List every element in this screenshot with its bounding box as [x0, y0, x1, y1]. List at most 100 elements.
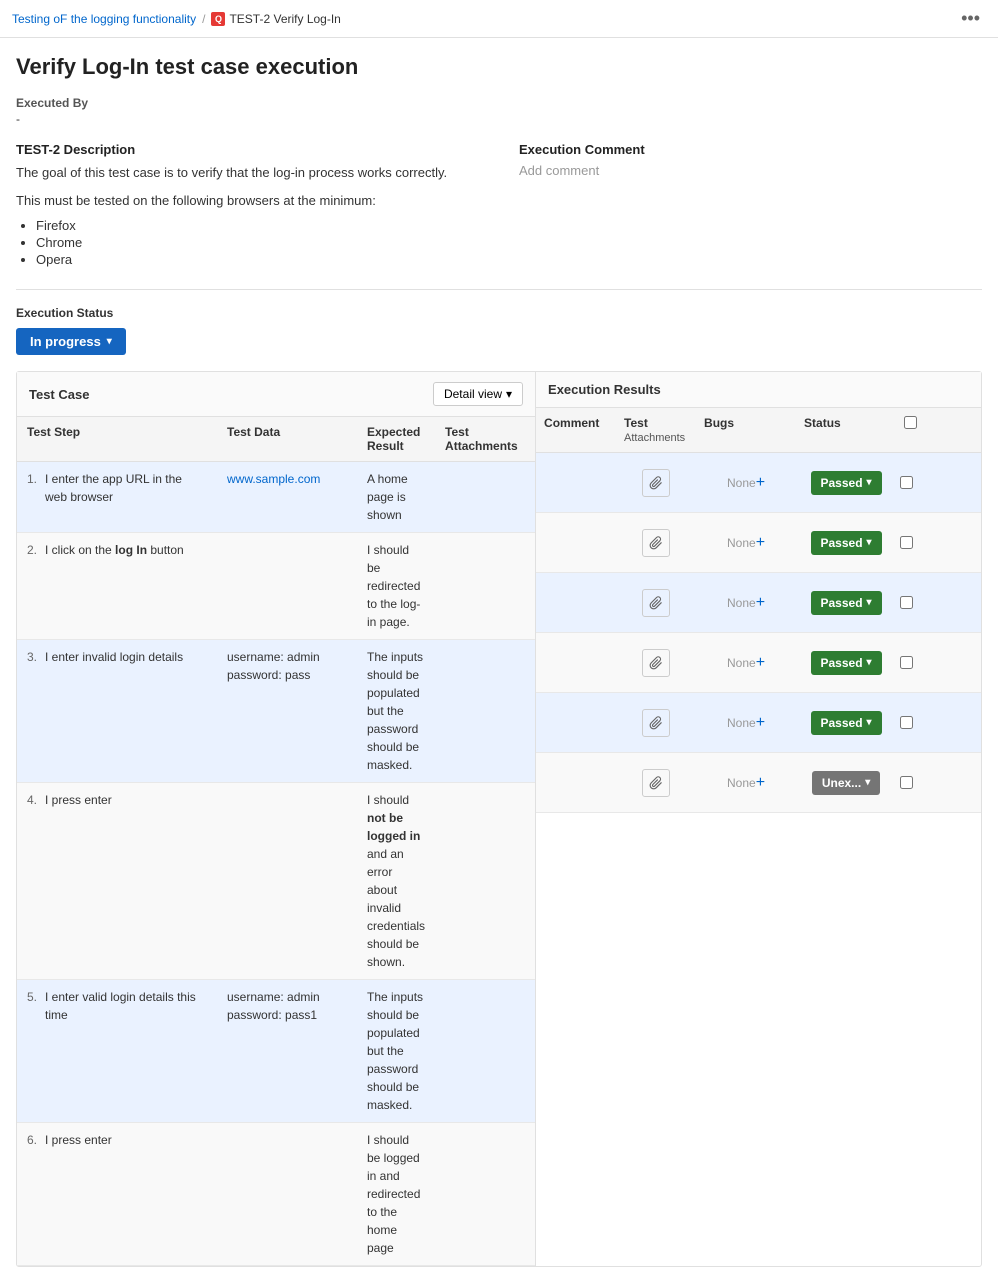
table-row: 4. I press enter I should not be logged … — [17, 783, 535, 980]
td-step: 5. I enter valid login details this time — [17, 980, 217, 1122]
th-test-step: Test Step — [17, 417, 217, 461]
td-data: www.sample.com — [217, 462, 357, 532]
test-case-pane-title: Test Case — [29, 387, 89, 402]
exec-td-bugs: None + — [696, 646, 796, 680]
row-checkbox[interactable] — [900, 596, 913, 609]
td-attachments — [435, 462, 535, 532]
td-expected: I should be redirected to the log-in pag… — [357, 533, 435, 639]
executed-by-label: Executed By — [16, 96, 982, 110]
bold-not: not be logged in — [367, 811, 420, 843]
row-checkbox[interactable] — [900, 716, 913, 729]
none-label: None — [727, 596, 756, 610]
breadcrumb-parent[interactable]: Testing oF the logging functionality — [12, 12, 196, 26]
td-attachments — [435, 980, 535, 1122]
paperclip-icon — [649, 476, 663, 490]
add-comment[interactable]: Add comment — [519, 163, 982, 178]
dots-menu-button[interactable]: ••• — [955, 6, 986, 31]
status-passed-button[interactable]: Passed ▾ — [811, 471, 882, 495]
exec-row: None + Passed ▾ — [536, 513, 981, 573]
td-attachments — [435, 783, 535, 979]
step-num: 4. — [27, 791, 45, 971]
exec-td-attach — [616, 521, 696, 565]
sample-link[interactable]: www.sample.com — [227, 472, 320, 486]
description-text2: This must be tested on the following bro… — [16, 191, 479, 211]
exec-row: None + Passed ▾ — [536, 693, 981, 753]
row-checkbox[interactable] — [900, 476, 913, 489]
add-bug-button[interactable]: + — [756, 774, 765, 792]
list-item: Firefox — [36, 218, 479, 233]
status-passed-button[interactable]: Passed ▾ — [811, 651, 882, 675]
add-bug-button[interactable]: + — [756, 474, 765, 492]
step-num: 3. — [27, 648, 45, 774]
row-checkbox[interactable] — [900, 776, 913, 789]
attach-icon-btn[interactable] — [642, 469, 670, 497]
execution-comment-heading: Execution Comment — [519, 142, 982, 157]
bold-text: log In — [115, 543, 147, 557]
exec-td-comment — [536, 535, 616, 551]
td-step: 1. I enter the app URL in the web browse… — [17, 462, 217, 532]
breadcrumb: Testing oF the logging functionality / T… — [12, 12, 341, 26]
chevron-down-icon: ▾ — [867, 597, 872, 608]
none-label: None — [727, 656, 756, 670]
exec-td-comment — [536, 595, 616, 611]
exec-th-attachments: TestAttachments — [616, 408, 696, 452]
attach-icon-btn[interactable] — [642, 589, 670, 617]
attach-icon-btn[interactable] — [642, 709, 670, 737]
attach-icon-btn[interactable] — [642, 649, 670, 677]
step-num: 5. — [27, 988, 45, 1114]
in-progress-label: In progress — [30, 334, 101, 349]
exec-td-checkbox — [896, 768, 916, 797]
status-passed-button[interactable]: Passed ▾ — [811, 591, 882, 615]
status-label: Passed — [821, 476, 863, 490]
exec-results-pane: Execution Results Comment TestAttachment… — [536, 372, 981, 1266]
status-passed-button[interactable]: Passed ▾ — [811, 711, 882, 735]
paperclip-icon — [649, 716, 663, 730]
add-bug-button[interactable]: + — [756, 594, 765, 612]
step-text: I enter valid login details this time — [45, 988, 207, 1114]
td-expected: The inputs should be populated but the p… — [357, 980, 435, 1122]
status-passed-button[interactable]: Passed ▾ — [811, 531, 882, 555]
table-row: 1. I enter the app URL in the web browse… — [17, 462, 535, 533]
row-checkbox[interactable] — [900, 656, 913, 669]
row-checkbox[interactable] — [900, 536, 913, 549]
detail-view-button[interactable]: Detail view ▾ — [433, 382, 523, 406]
divider — [16, 289, 982, 290]
exec-th-check — [896, 408, 916, 452]
exec-td-comment — [536, 715, 616, 731]
executed-by-section: Executed By - — [16, 96, 982, 126]
exec-td-checkbox — [896, 588, 916, 617]
paperclip-icon — [649, 536, 663, 550]
in-progress-button[interactable]: In progress ▾ — [16, 328, 126, 355]
td-data — [217, 1123, 357, 1265]
select-all-checkbox[interactable] — [904, 416, 917, 429]
test-case-pane: Test Case Detail view ▾ Test Step Test D… — [17, 372, 536, 1266]
add-bug-button[interactable]: + — [756, 714, 765, 732]
exec-td-attach — [616, 461, 696, 505]
td-data — [217, 533, 357, 639]
td-expected: A home page is shown — [357, 462, 435, 532]
exec-td-checkbox — [896, 708, 916, 737]
chevron-down-icon: ▾ — [107, 336, 112, 347]
status-unexplored-button[interactable]: Unex... ▾ — [812, 771, 880, 795]
add-bug-button[interactable]: + — [756, 654, 765, 672]
th-test-data: Test Data — [217, 417, 357, 461]
detail-view-label: Detail view — [444, 387, 502, 401]
exec-pane-header: Execution Results — [536, 372, 981, 408]
attach-icon-btn[interactable] — [642, 529, 670, 557]
exec-td-status: Passed ▾ — [796, 703, 896, 743]
add-bug-button[interactable]: + — [756, 534, 765, 552]
exec-td-status: Passed ▾ — [796, 583, 896, 623]
breadcrumb-current: TEST-2 Verify Log-In — [211, 12, 340, 26]
exec-td-attach — [616, 641, 696, 685]
table-row: 3. I enter invalid login details usernam… — [17, 640, 535, 783]
chevron-down-icon: ▾ — [867, 477, 872, 488]
td-expected: I should not be logged in and an error a… — [357, 783, 435, 979]
info-section: TEST-2 Description The goal of this test… — [16, 142, 982, 269]
jira-icon — [211, 12, 225, 26]
table-row: 2. I click on the log In button I should… — [17, 533, 535, 640]
exec-td-comment — [536, 775, 616, 791]
step-num: 1. — [27, 470, 45, 524]
two-pane-container: Test Case Detail view ▾ Test Step Test D… — [16, 371, 982, 1267]
exec-row: None + Passed ▾ — [536, 633, 981, 693]
description-text1: The goal of this test case is to verify … — [16, 163, 479, 183]
